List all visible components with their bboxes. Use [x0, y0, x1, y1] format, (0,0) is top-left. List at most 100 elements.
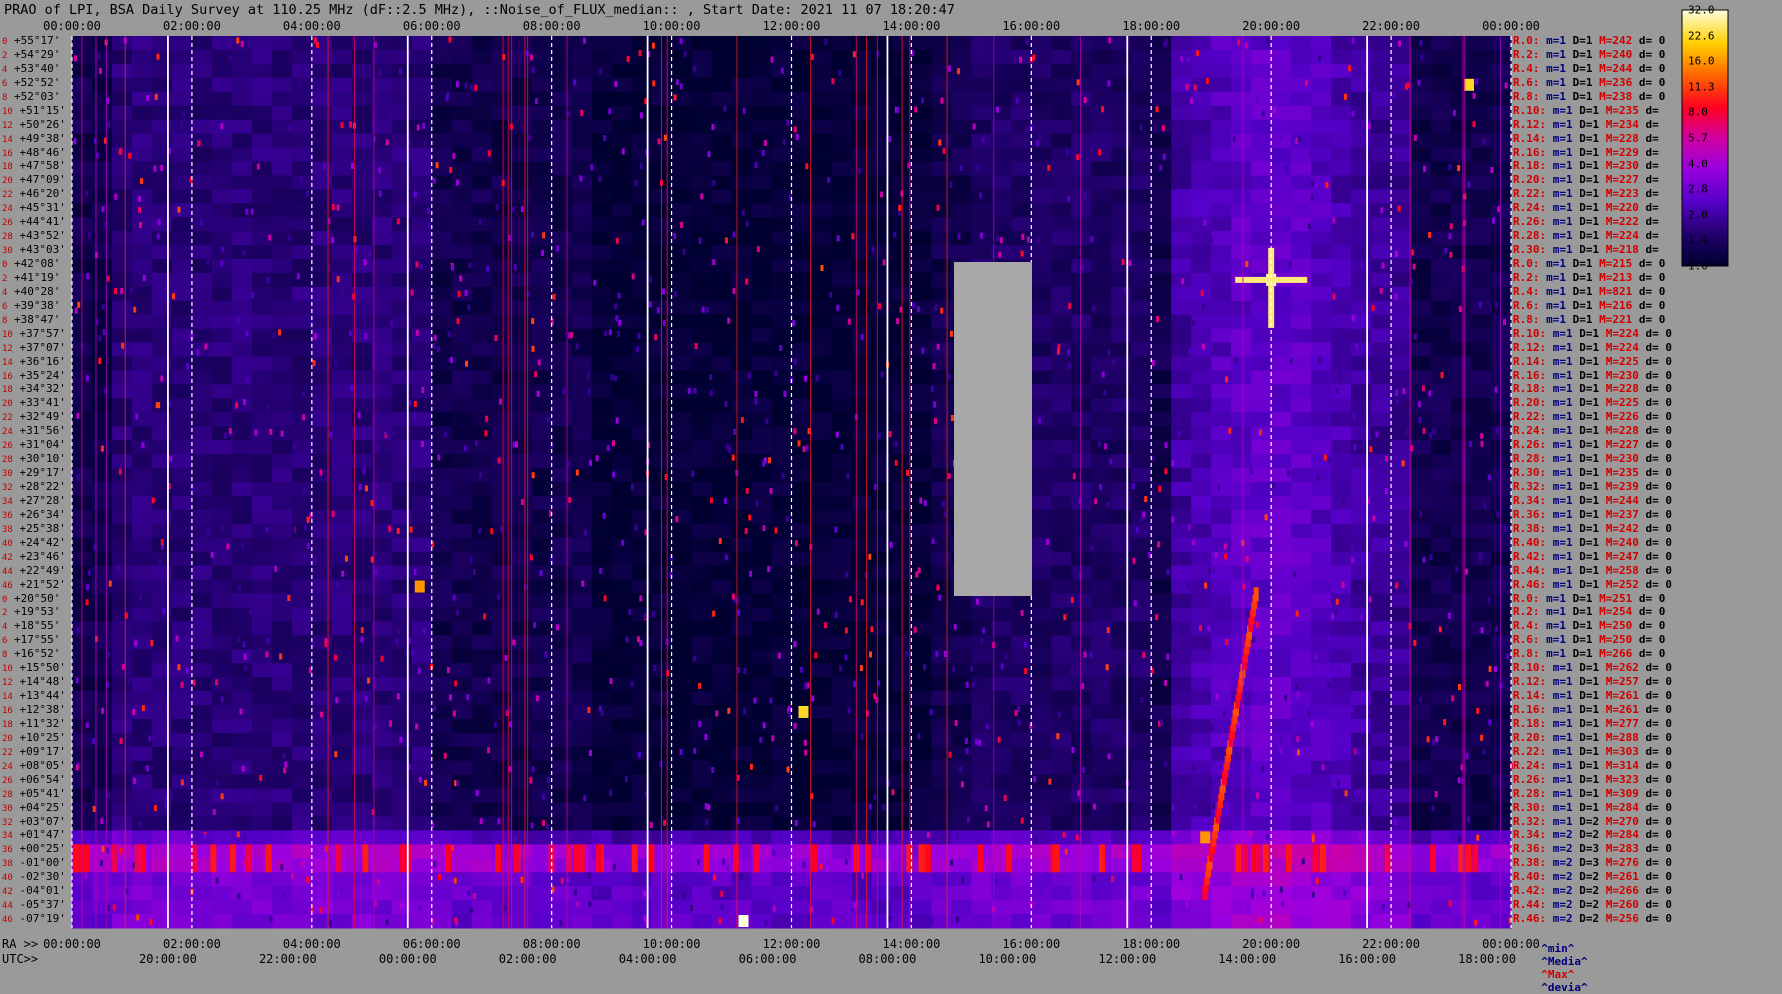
heatmap-cell — [811, 371, 831, 385]
heatmap-cell — [272, 384, 292, 398]
heatmap-cell — [831, 775, 851, 789]
heatmap-cell — [452, 858, 472, 872]
heatmap-cell — [372, 552, 392, 566]
heatmap-cell — [412, 844, 432, 858]
heatmap-cell — [472, 161, 492, 175]
heatmap-cell — [212, 747, 232, 761]
heatmap-cell — [811, 761, 831, 775]
heatmap-cell — [1411, 175, 1431, 189]
heatmap-cell — [792, 106, 812, 120]
heatmap-cell — [232, 900, 252, 914]
heatmap-cell — [1231, 189, 1251, 203]
heatmap-cell — [951, 830, 971, 844]
heatmap-cell — [332, 245, 352, 259]
heatmap-cell — [1111, 691, 1131, 705]
heatmap-cell — [132, 496, 152, 510]
heatmap-cell — [1011, 761, 1031, 775]
heatmap-cell — [272, 663, 292, 677]
heatmap-cell — [432, 914, 452, 928]
heatmap-cell — [212, 440, 232, 454]
heatmap-cell — [272, 914, 292, 928]
heatmap-cell — [1391, 106, 1411, 120]
noise-speck — [244, 665, 247, 671]
noise-speck — [621, 540, 624, 546]
heatmap-cell — [1491, 524, 1511, 538]
heatmap-cell — [1071, 510, 1091, 524]
heatmap-cell — [1211, 886, 1231, 900]
heatmap-cell — [212, 621, 232, 635]
heatmap-cell — [452, 371, 472, 385]
heatmap-cell — [392, 120, 412, 134]
heatmap-cell — [1311, 789, 1331, 803]
noise-speck — [88, 232, 91, 238]
heatmap-cell — [1091, 719, 1111, 733]
heatmap-cell — [1091, 468, 1111, 482]
heatmap-cell — [412, 134, 432, 148]
heatmap-cell — [172, 245, 192, 259]
heatmap-cell — [971, 203, 991, 217]
heatmap-cell — [312, 343, 332, 357]
heatmap-cell — [432, 440, 452, 454]
heatmap-cell — [772, 92, 792, 106]
heatmap-cell — [192, 607, 212, 621]
heatmap-cell — [592, 426, 612, 440]
heatmap-cell — [1451, 148, 1471, 162]
heatmap-cell — [612, 580, 632, 594]
heatmap-cell — [1031, 92, 1051, 106]
heatmap-cell — [672, 566, 692, 580]
heatmap-cell — [252, 412, 272, 426]
heatmap-cell — [1131, 36, 1151, 50]
heatmap-cell — [292, 343, 312, 357]
heatmap-cell — [831, 148, 851, 162]
heatmap-cell — [232, 217, 252, 231]
heatmap-cell — [252, 747, 272, 761]
heatmap-cell — [432, 510, 452, 524]
heatmap-cell — [412, 50, 432, 64]
heatmap-cell — [1111, 92, 1131, 106]
heatmap-cell — [792, 733, 812, 747]
heatmap-cell — [1091, 384, 1111, 398]
heatmap-cell — [1231, 580, 1251, 594]
heatmap-cell — [1111, 231, 1131, 245]
heatmap-cell — [292, 50, 312, 64]
heatmap-cell — [911, 580, 931, 594]
heatmap-cell — [1351, 900, 1371, 914]
heatmap-cell — [292, 259, 312, 273]
heatmap-cell — [1191, 482, 1211, 496]
noise-speck — [1156, 106, 1159, 112]
heatmap-cell — [1411, 705, 1431, 719]
heatmap-cell — [1071, 371, 1091, 385]
heatmap-cell — [991, 120, 1011, 134]
heatmap-cell — [1411, 357, 1431, 371]
heatmap-cell — [811, 329, 831, 343]
heatmap-cell — [332, 161, 352, 175]
noise-speck — [448, 331, 451, 337]
heatmap-cell — [512, 900, 532, 914]
heatmap-cell — [92, 398, 112, 412]
heatmap-cell — [931, 761, 951, 775]
heatmap-cell — [152, 245, 172, 259]
noise-speck — [120, 288, 123, 294]
heatmap-cell — [712, 189, 732, 203]
heatmap-cell — [152, 287, 172, 301]
heatmap-cell — [232, 134, 252, 148]
heatmap-cell — [991, 705, 1011, 719]
noise-speck — [1358, 833, 1361, 839]
heatmap-cell — [1371, 524, 1391, 538]
heatmap-cell — [1171, 496, 1191, 510]
heatmap-cell — [1171, 189, 1191, 203]
heatmap-cell — [1291, 371, 1311, 385]
heatmap-cell — [991, 649, 1011, 663]
heatmap-cell — [1211, 301, 1231, 315]
noise-speck — [1165, 442, 1168, 448]
noise-speck — [638, 333, 641, 339]
heatmap-cell — [372, 761, 392, 775]
noise-speck — [949, 182, 952, 188]
heatmap-cell — [1311, 594, 1331, 608]
noise-speck — [754, 391, 757, 397]
noise-speck — [1047, 165, 1050, 171]
heatmap-cell — [412, 830, 432, 844]
heatmap-cell — [332, 844, 352, 858]
heatmap-cell — [1491, 64, 1511, 78]
heatmap-cell — [552, 524, 572, 538]
